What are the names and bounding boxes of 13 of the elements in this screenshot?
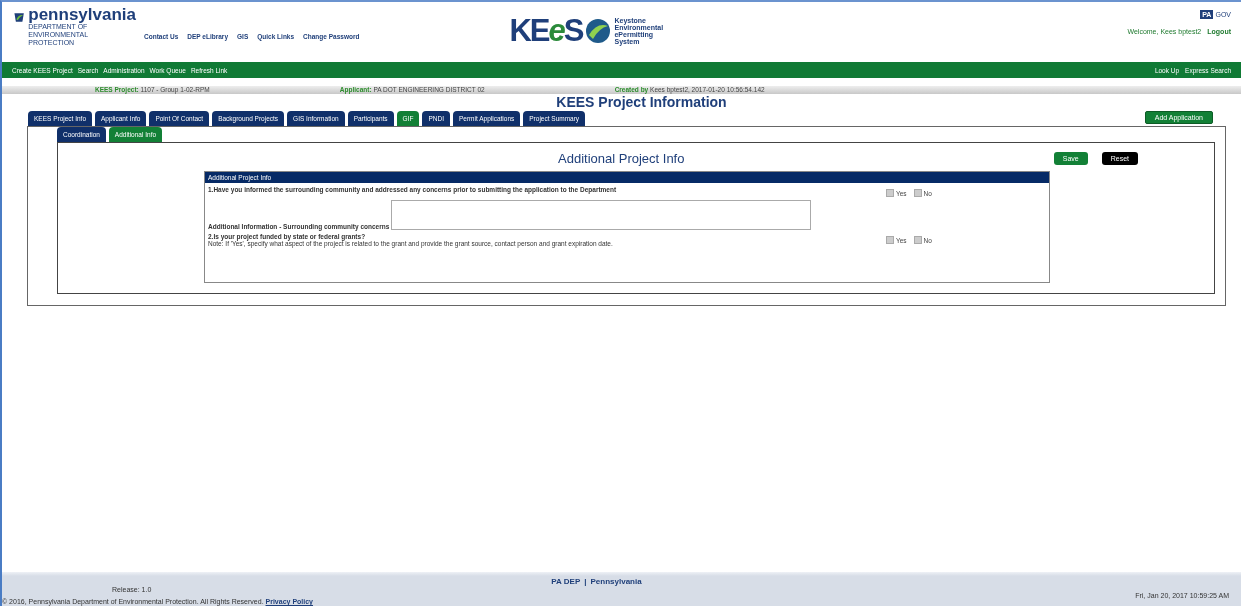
input-field[interactable] [391,200,812,230]
checkbox[interactable] [886,189,894,197]
footer-link[interactable]: PA DEP [551,577,581,606]
footer-separator: | [584,577,587,588]
footer-link[interactable]: Pennsylvania [590,577,642,606]
checkbox[interactable] [913,236,922,244]
agency-name: pennsylvania [28,6,136,23]
kees-wordmark: KEeS [509,16,583,46]
checkbox[interactable] [886,236,894,244]
page-title: KEES Project Information [556,94,727,110]
section-title: Additional Project Info [558,150,685,166]
leaf-globe-icon [585,18,612,44]
checkbox[interactable] [913,189,922,197]
